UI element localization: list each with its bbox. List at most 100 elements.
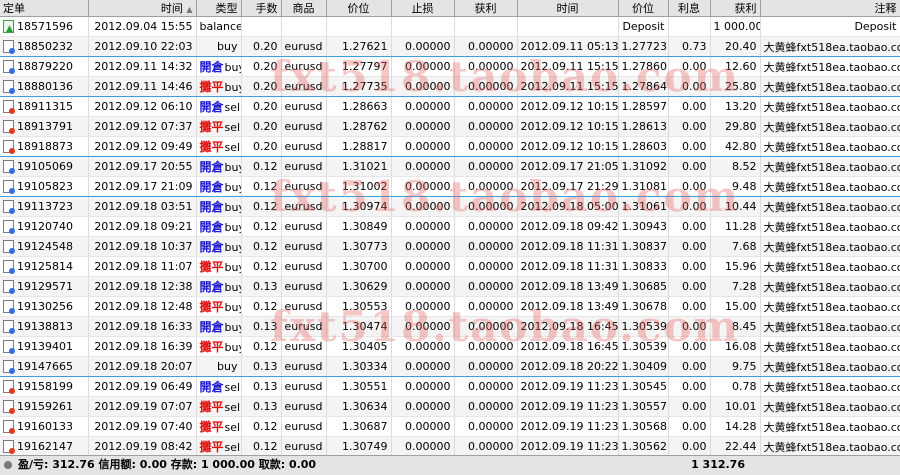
cell-swap: 0.00 — [668, 156, 711, 177]
table-row[interactable]: 191388132012.09.18 16:33開倉buy0.13eurusd1… — [0, 316, 900, 337]
cell-price: 1.30634 — [326, 396, 392, 417]
col-header-price[interactable]: 价位 — [326, 0, 392, 17]
cell-type: 開倉buy — [196, 156, 242, 177]
cell-close-time: 2012.09.18 11:31 — [517, 256, 619, 277]
col-header-type[interactable]: 类型 — [196, 0, 242, 17]
cell-close-time: 2012.09.12 10:15 — [517, 116, 619, 137]
buy-order-icon — [3, 280, 15, 295]
cell-type: 開倉buy — [196, 216, 242, 237]
cell-swap: 0.00 — [668, 196, 711, 217]
col-header-profit[interactable]: 获利 — [710, 0, 761, 17]
cell-type: 攤平buy — [196, 256, 242, 277]
table-row[interactable]: 188801362012.09.11 14:46攤平buy0.20eurusd1… — [0, 76, 900, 97]
cell-close-time: 2012.09.18 16:45 — [517, 336, 619, 357]
col-header-comment[interactable]: 注释 — [760, 0, 900, 17]
table-row[interactable]: 189188732012.09.12 09:49攤平sell0.20eurusd… — [0, 136, 900, 157]
cell-sl: 0.00000 — [391, 416, 455, 437]
cell-price: 1.28817 — [326, 136, 392, 157]
col-header-close-price[interactable]: 价位 — [618, 0, 669, 17]
cell-order: 18913791 — [0, 116, 89, 137]
cell-open-time: 2012.09.18 10:37 — [88, 236, 197, 257]
cell-swap — [668, 16, 711, 37]
table-row[interactable]: 191581992012.09.19 06:49開倉sell0.13eurusd… — [0, 376, 900, 397]
cell-type: 攤平sell — [196, 396, 242, 417]
cell-symbol: eurusd — [281, 76, 327, 97]
cell-tp: 0.00000 — [454, 336, 518, 357]
col-header-stop-loss[interactable]: 止损 — [391, 0, 455, 17]
table-row[interactable]: 191394012012.09.18 16:39攤平buy0.12eurusd1… — [0, 336, 900, 357]
table-row[interactable]: 191050692012.09.17 20:55開倉buy0.12eurusd1… — [0, 156, 900, 177]
col-header-close-time[interactable]: 时间 — [517, 0, 619, 17]
strategy-tag: 開倉 — [199, 320, 224, 334]
cell-comment: 大黄蜂fxt518ea.taobao.com — [760, 396, 900, 417]
cell-order: 19124548 — [0, 236, 89, 257]
cell-close-time: 2012.09.12 10:15 — [517, 136, 619, 157]
cell-lots: 0.12 — [241, 416, 282, 437]
col-header-lots[interactable]: 手数 — [241, 0, 282, 17]
cell-tp: 0.00000 — [454, 396, 518, 417]
table-header: 定单 时间 ▲ 类型 手数 商品 价位 止损 获利 时间 价位 利息 获利 注释 — [0, 0, 900, 17]
cell-open-time: 2012.09.18 12:38 — [88, 276, 197, 297]
col-header-open-time[interactable]: 时间 ▲ — [88, 0, 197, 17]
sell-order-icon — [3, 120, 15, 135]
strategy-tag: 開倉 — [199, 380, 224, 394]
table-row[interactable]: 191295712012.09.18 12:38開倉buy0.13eurusd1… — [0, 276, 900, 297]
cell-order: 19105069 — [0, 156, 89, 177]
col-header-swap[interactable]: 利息 — [668, 0, 711, 17]
cell-profit: 14.28 — [710, 416, 761, 437]
col-header-order[interactable]: 定单 — [0, 0, 89, 17]
strategy-tag: 攤平 — [199, 300, 224, 314]
table-row[interactable]: 191258142012.09.18 11:07攤平buy0.12eurusd1… — [0, 256, 900, 277]
cell-close-price: 1.30409 — [618, 356, 669, 377]
table-row[interactable]: 188792202012.09.11 14:32開倉buy0.20eurusd1… — [0, 56, 900, 77]
table-row[interactable]: 18850232 2012.09.10 22:03 buy 0.20 eurusd 1.2… — [0, 36, 900, 57]
col-header-symbol[interactable]: 商品 — [281, 0, 327, 17]
table-row[interactable]: 191601332012.09.19 07:40攤平sell0.12eurusd… — [0, 416, 900, 437]
buy-order-icon — [3, 360, 15, 375]
cell-sl: 0.00000 — [391, 356, 455, 377]
cell-comment: 大黄蜂fxt518ea.taobao.com — [760, 376, 900, 397]
cell-close-price: 1.30557 — [618, 396, 669, 417]
cell-price: 1.30629 — [326, 276, 392, 297]
cell-sl — [391, 16, 455, 37]
strategy-tag: 開倉 — [199, 280, 224, 294]
cell-open-time: 2012.09.18 16:33 — [88, 316, 197, 337]
cell-symbol: eurusd — [281, 96, 327, 117]
buy-order-icon — [3, 180, 15, 195]
cell-symbol: eurusd — [281, 116, 327, 137]
table-row[interactable]: 191058232012.09.17 21:09開倉buy0.12eurusd1… — [0, 176, 900, 197]
table-row[interactable]: 19147665 2012.09.18 20:07 buy 0.13 eurusd 1.3… — [0, 356, 900, 377]
cell-tp: 0.00000 — [454, 356, 518, 377]
cell-sl: 0.00000 — [391, 156, 455, 177]
table-row[interactable]: 189113152012.09.12 06:10開倉sell0.20eurusd… — [0, 96, 900, 117]
buy-order-icon — [3, 300, 15, 315]
table-row[interactable]: 18571596 2012.09.04 15:55 balance Deposit 1 … — [0, 16, 900, 37]
table-row[interactable]: 189137912012.09.12 07:37攤平sell0.20eurusd… — [0, 116, 900, 137]
cell-close-time: 2012.09.18 13:49 — [517, 276, 619, 297]
buy-order-icon — [3, 240, 15, 255]
cell-profit: 8.45 — [710, 316, 761, 337]
cell-symbol: eurusd — [281, 196, 327, 217]
cell-comment: 大黄蜂fxt518ea.taobao.com — [760, 256, 900, 277]
cell-open-time: 2012.09.18 03:51 — [88, 196, 197, 217]
table-row[interactable]: 191207402012.09.18 09:21開倉buy0.12eurusd1… — [0, 216, 900, 237]
cell-profit: 29.80 — [710, 116, 761, 137]
cell-close-price: 1.28603 — [618, 136, 669, 157]
strategy-tag: 攤平 — [199, 260, 224, 274]
account-summary-bar: 盈/亏: 312.76 信用额: 0.00 存款: 1 000.00 取款: 0… — [0, 455, 900, 475]
table-row[interactable]: 191245482012.09.18 10:37開倉buy0.12eurusd1… — [0, 236, 900, 257]
cell-type: 開倉buy — [196, 316, 242, 337]
strategy-tag: 開倉 — [199, 60, 224, 74]
cell-tp: 0.00000 — [454, 236, 518, 257]
cell-price: 1.30849 — [326, 216, 392, 237]
table-row[interactable]: 191592612012.09.19 07:07攤平sell0.13eurusd… — [0, 396, 900, 417]
cell-swap: 0.00 — [668, 76, 711, 97]
col-header-take-profit[interactable]: 获利 — [454, 0, 518, 17]
strategy-tag: 開倉 — [199, 180, 224, 194]
table-row[interactable]: 191137232012.09.18 03:51開倉buy0.12eurusd1… — [0, 196, 900, 217]
table-row[interactable]: 191621472012.09.19 08:42攤平sell0.12eurusd… — [0, 436, 900, 457]
cell-profit: 10.44 — [710, 196, 761, 217]
cell-price: 1.30405 — [326, 336, 392, 357]
table-row[interactable]: 191302562012.09.18 12:48攤平buy0.12eurusd1… — [0, 296, 900, 317]
cell-type: 開倉buy — [196, 276, 242, 297]
